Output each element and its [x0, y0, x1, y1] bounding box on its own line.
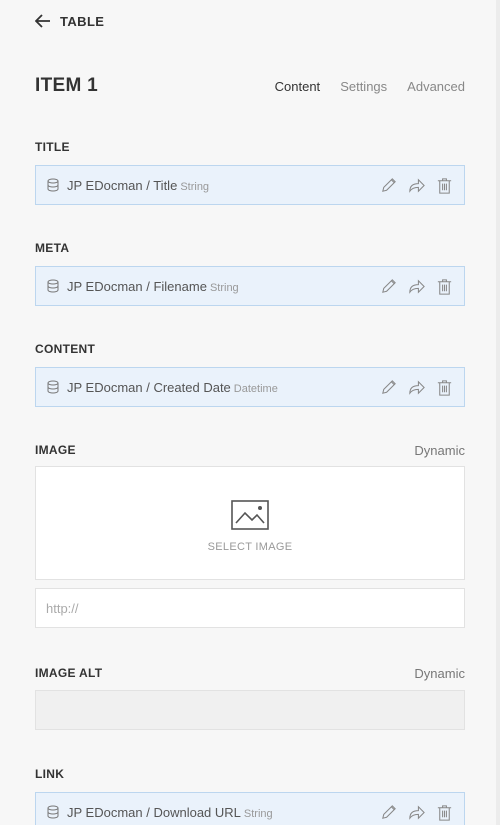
- trash-icon[interactable]: [435, 378, 454, 397]
- field-meta-type: String: [209, 281, 239, 294]
- field-image: IMAGE Dynamic SELECT IMAGE: [35, 442, 465, 628]
- database-icon: [47, 279, 59, 293]
- field-link-label: LINK: [35, 767, 65, 781]
- select-image-button[interactable]: SELECT IMAGE: [35, 466, 465, 580]
- field-meta-source-label: JP EDocman / Filename: [67, 278, 207, 294]
- pencil-icon[interactable]: [379, 803, 398, 822]
- field-image-label: IMAGE: [35, 443, 76, 457]
- field-title-label: TITLE: [35, 140, 70, 154]
- share-icon[interactable]: [407, 176, 426, 195]
- field-title: TITLE JP EDocman / Title String: [35, 139, 465, 205]
- select-image-label: SELECT IMAGE: [207, 540, 293, 553]
- field-link-type: String: [243, 807, 273, 820]
- field-content-label: CONTENT: [35, 342, 96, 356]
- field-meta-label: META: [35, 241, 70, 255]
- field-content-source-label: JP EDocman / Created Date: [67, 379, 231, 395]
- field-image-alt: IMAGE ALT Dynamic: [35, 665, 465, 730]
- trash-icon[interactable]: [435, 176, 454, 195]
- field-image-alt-label: IMAGE ALT: [35, 666, 103, 680]
- field-link-source[interactable]: JP EDocman / Download URL String: [35, 792, 465, 825]
- trash-icon[interactable]: [435, 277, 454, 296]
- field-title-source-label: JP EDocman / Title: [67, 177, 178, 193]
- image-alt-input[interactable]: [35, 690, 465, 730]
- header: ITEM 1 Content Settings Advanced: [35, 74, 465, 98]
- tab-content[interactable]: Content: [275, 79, 321, 94]
- scrollbar[interactable]: [496, 0, 500, 825]
- pencil-icon[interactable]: [379, 176, 398, 195]
- pencil-icon[interactable]: [379, 378, 398, 397]
- trash-icon[interactable]: [435, 803, 454, 822]
- tab-advanced[interactable]: Advanced: [407, 79, 465, 94]
- field-content: CONTENT JP EDocman / Created Date Datetim…: [35, 341, 465, 407]
- database-icon: [47, 178, 59, 192]
- page-title: ITEM 1: [35, 75, 99, 96]
- pencil-icon[interactable]: [379, 277, 398, 296]
- field-title-type: String: [180, 180, 210, 193]
- field-link-source-label: JP EDocman / Download URL: [67, 804, 241, 820]
- field-meta: META JP EDocman / Filename String: [35, 240, 465, 306]
- share-icon[interactable]: [407, 803, 426, 822]
- share-icon[interactable]: [407, 277, 426, 296]
- field-link: LINK JP EDocman / Download URL String: [35, 766, 465, 825]
- tab-bar: Content Settings Advanced: [275, 79, 465, 94]
- arrow-left-icon: [35, 14, 50, 28]
- field-meta-source[interactable]: JP EDocman / Filename String: [35, 266, 465, 306]
- tab-settings[interactable]: Settings: [340, 79, 387, 94]
- database-icon: [47, 380, 59, 394]
- database-icon: [47, 805, 59, 819]
- field-content-type: Datetime: [233, 382, 278, 395]
- image-icon: [231, 499, 269, 530]
- image-url-input[interactable]: [35, 588, 465, 628]
- field-title-source[interactable]: JP EDocman / Title String: [35, 165, 465, 205]
- back-link[interactable]: TABLE: [35, 12, 104, 30]
- field-image-dynamic-toggle[interactable]: Dynamic: [414, 443, 465, 458]
- field-image-alt-dynamic-toggle[interactable]: Dynamic: [414, 666, 465, 681]
- field-content-source[interactable]: JP EDocman / Created Date Datetime: [35, 367, 465, 407]
- share-icon[interactable]: [407, 378, 426, 397]
- back-link-label: TABLE: [60, 13, 105, 29]
